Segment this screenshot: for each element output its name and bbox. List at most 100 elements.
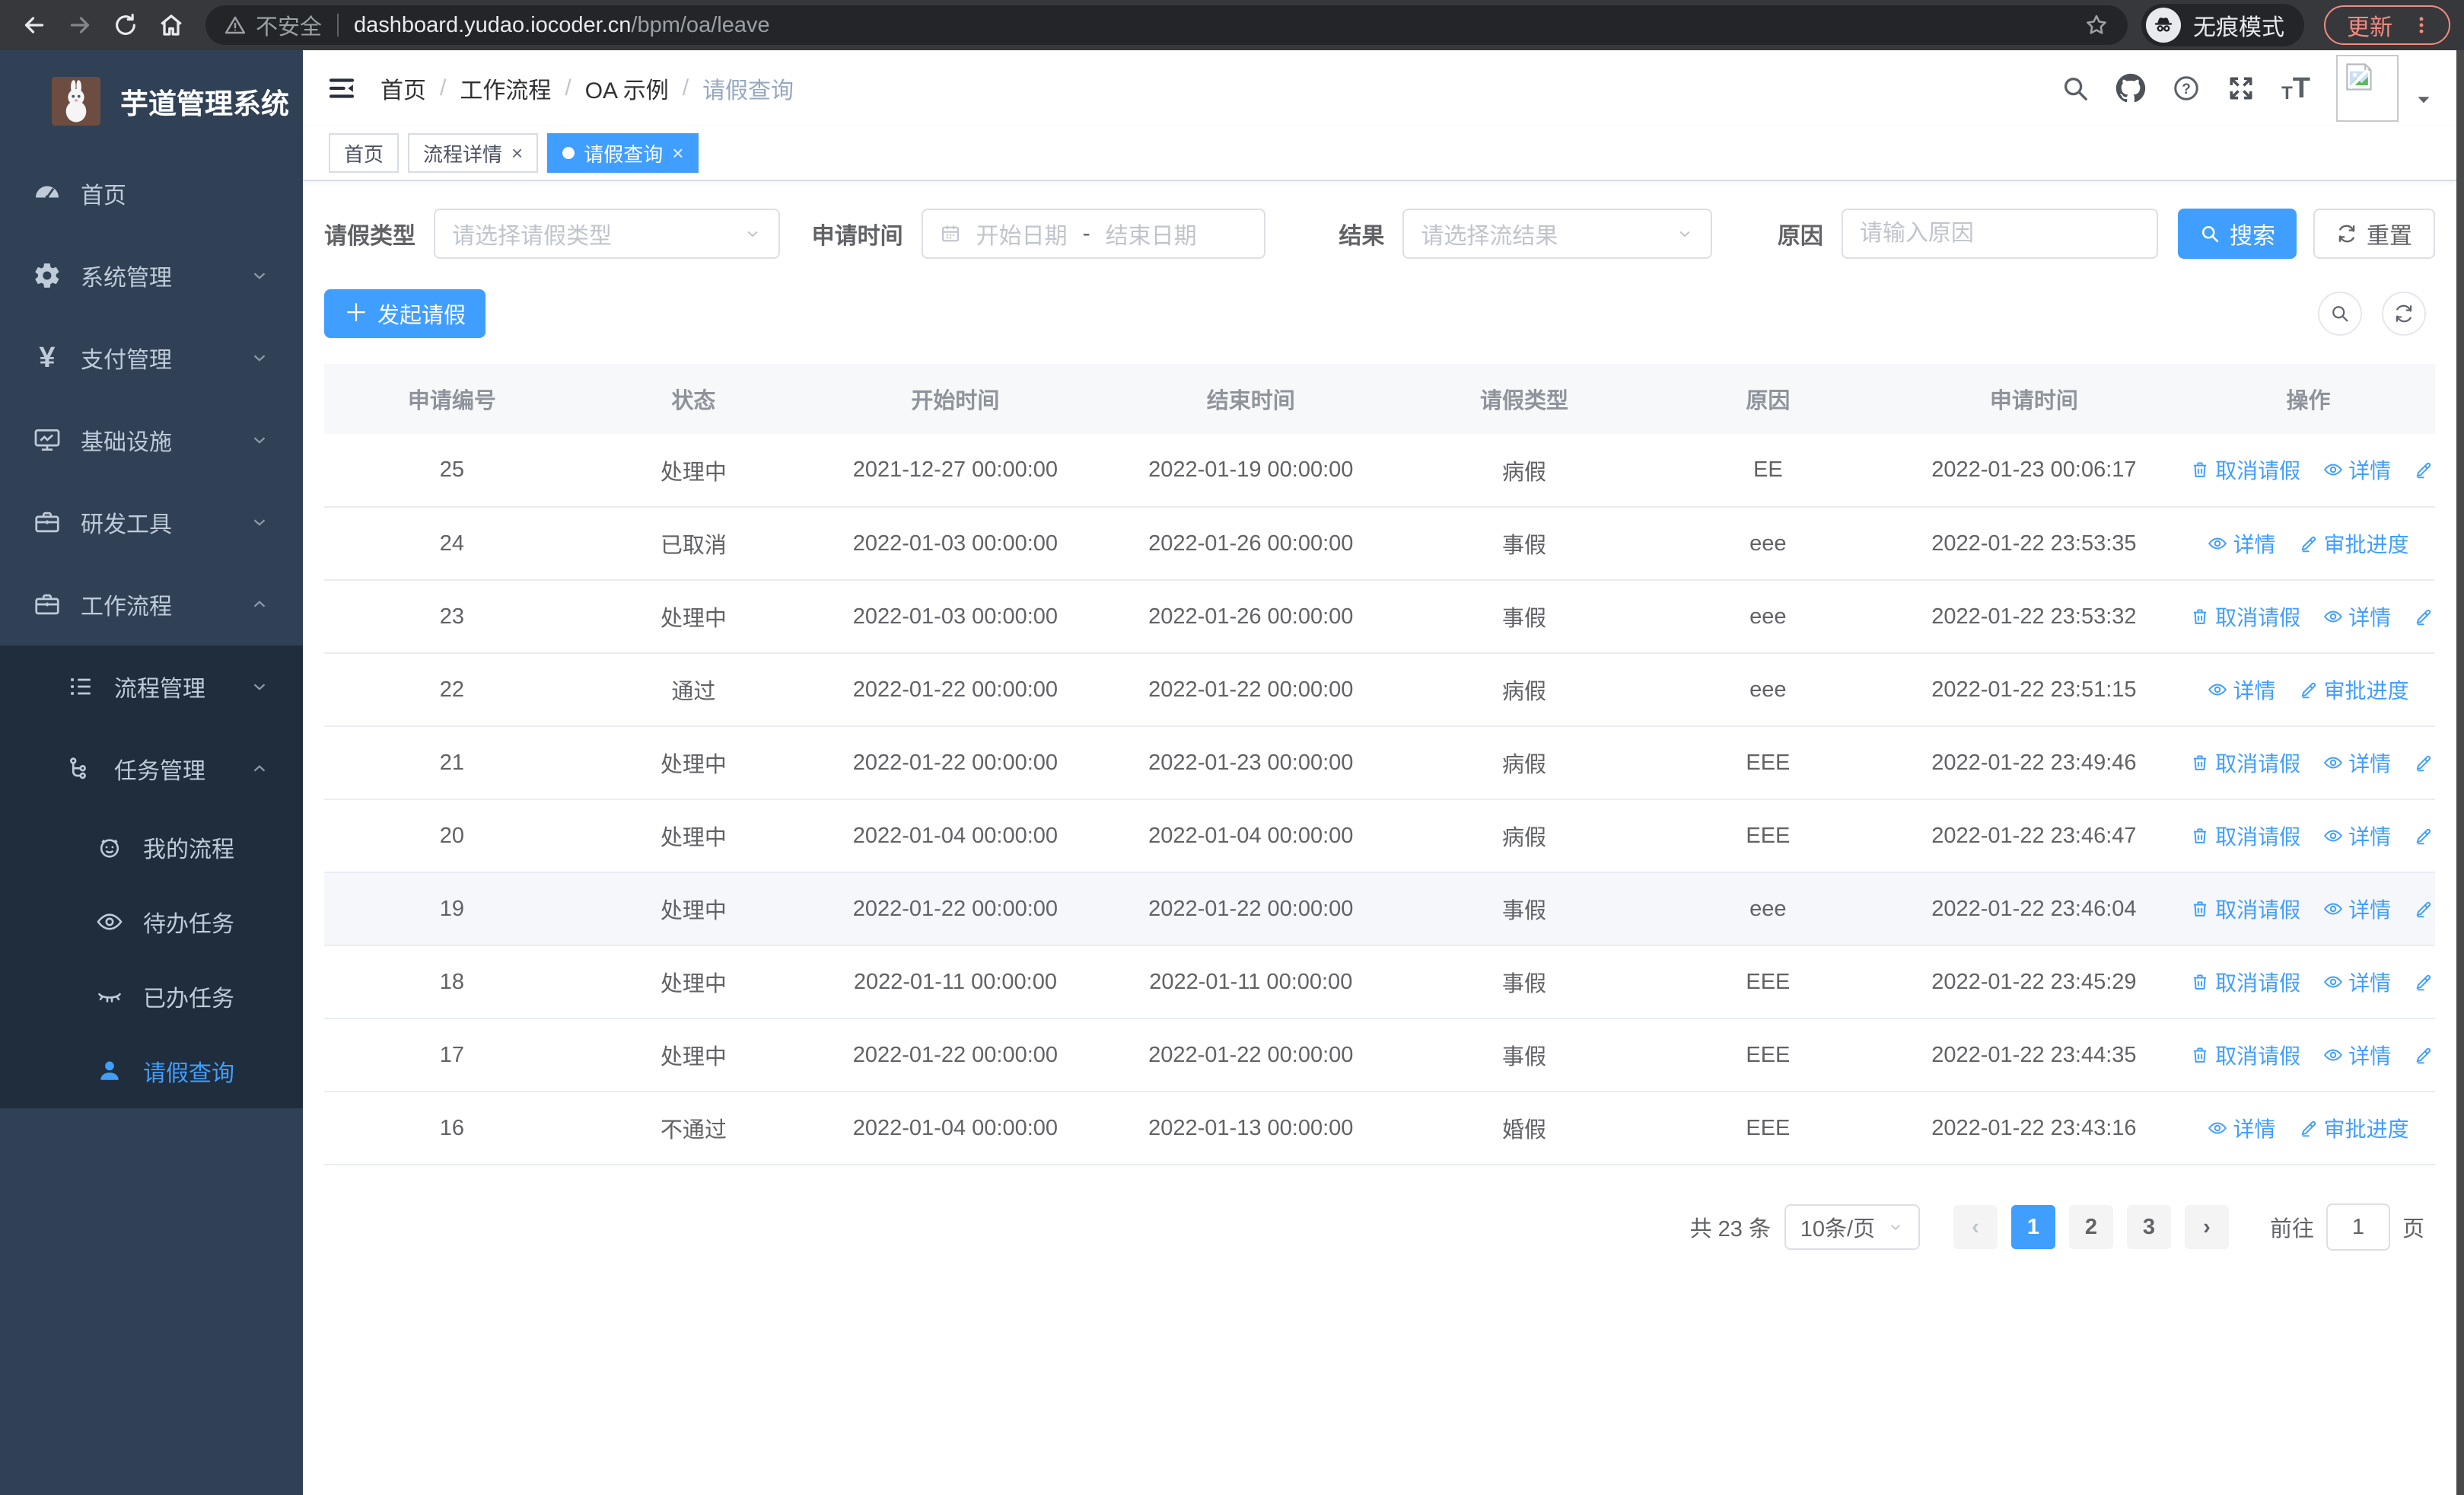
list-icon	[64, 673, 97, 700]
page-size-select[interactable]: 10条/页	[1784, 1204, 1920, 1250]
forward-icon[interactable]	[59, 5, 100, 46]
sidebar-item-system[interactable]: 系统管理	[0, 234, 303, 317]
tab-home[interactable]: 首页	[329, 133, 400, 173]
page-header: 首页 / 工作流程 / OA 示例 / 请假查询 ? T T	[303, 50, 2456, 126]
detail-link[interactable]: 详情	[2208, 528, 2276, 559]
approval-progress-link[interactable]: 审批进度	[2299, 1113, 2409, 1143]
menu-fold-icon[interactable]	[326, 72, 358, 104]
page-button-2[interactable]: 2	[2068, 1205, 2113, 1249]
create-leave-button[interactable]: ＋ 发起请假	[324, 289, 486, 338]
detail-link[interactable]: 详情	[2323, 601, 2391, 632]
breadcrumb-home[interactable]: 首页	[380, 72, 426, 105]
reload-icon[interactable]	[105, 5, 146, 46]
pen-icon	[2416, 609, 2431, 625]
sidebar-item-infrastructure[interactable]: 基础设施	[0, 399, 303, 481]
sidebar-item-dev-tools[interactable]: 研发工具	[0, 481, 303, 563]
gear-icon	[30, 261, 64, 290]
cell-start: 2022-01-11 00:00:00	[853, 969, 1057, 994]
content-area: 请假类型 请选择请假类型 申请时间 开始日期 - 结束日期 结果 请选择流结果	[303, 181, 2456, 1495]
sidebar-item-home[interactable]: 首页	[0, 152, 303, 234]
detail-link[interactable]: 详情	[2323, 748, 2391, 778]
chevron-down-icon	[1676, 225, 1694, 243]
cancel-leave-link[interactable]: 取消请假	[2190, 748, 2300, 778]
cancel-leave-link[interactable]: 取消请假	[2190, 821, 2300, 851]
leave-type-select[interactable]: 请选择请假类型	[434, 209, 780, 259]
cell-reason: EEE	[1746, 750, 1791, 775]
approval-progress-link[interactable]: 审批进度	[2414, 601, 2435, 632]
detail-link[interactable]: 详情	[2323, 454, 2391, 485]
cancel-leave-link[interactable]: 取消请假	[2190, 1040, 2300, 1070]
detail-link[interactable]: 详情	[2208, 674, 2276, 705]
font-size-icon[interactable]: TT	[2281, 74, 2310, 103]
approval-progress-link[interactable]: 审批进度	[2299, 528, 2409, 559]
plus-icon: ＋	[344, 298, 369, 327]
avatar[interactable]	[2336, 55, 2399, 122]
sidebar-item-workflow[interactable]: 工作流程	[0, 563, 303, 645]
cancel-leave-link[interactable]: 取消请假	[2190, 894, 2300, 924]
back-icon[interactable]	[14, 5, 55, 46]
next-page-button[interactable]: ›	[2184, 1205, 2229, 1249]
page-button-1[interactable]: 1	[2010, 1205, 2055, 1249]
detail-link[interactable]: 详情	[2323, 894, 2391, 924]
reason-input[interactable]	[1859, 221, 2141, 247]
detail-link[interactable]: 详情	[2323, 1040, 2391, 1070]
approval-progress-link[interactable]: 审批进度	[2414, 821, 2435, 851]
cell-reason: EE	[1753, 457, 1783, 482]
col-actions: 操作	[2182, 364, 2435, 434]
dropdown-caret-icon[interactable]	[2414, 90, 2434, 110]
reset-button[interactable]: 重置	[2313, 209, 2436, 259]
sidebar-item-my-process[interactable]: 我的流程	[0, 810, 303, 885]
breadcrumb-workflow[interactable]: 工作流程	[460, 72, 551, 105]
reason-label: 原因	[1777, 224, 1823, 249]
cell-end: 2022-01-23 00:00:00	[1148, 750, 1354, 775]
page-button-3[interactable]: 3	[2126, 1205, 2171, 1249]
url-bar[interactable]: 不安全 dashboard.yudao.iocoder.cn/bpm/oa/le…	[205, 5, 2128, 45]
github-icon[interactable]	[2115, 73, 2146, 104]
sidebar-item-task-mgmt[interactable]: 任务管理	[0, 728, 303, 810]
bookmark-star-icon[interactable]	[2084, 12, 2109, 38]
update-button[interactable]: 更新	[2324, 5, 2450, 45]
search-button[interactable]: 搜索	[2178, 209, 2297, 259]
detail-link[interactable]: 详情	[2323, 821, 2391, 851]
approval-progress-link[interactable]: 审批进度	[2414, 967, 2435, 997]
approval-progress-link[interactable]: 审批进度	[2414, 1040, 2435, 1070]
search-icon[interactable]	[2061, 74, 2090, 103]
face-icon	[93, 834, 126, 861]
sidebar-item-leave-query[interactable]: 请假查询	[0, 1034, 303, 1108]
approval-progress-link[interactable]: 审批进度	[2414, 894, 2435, 924]
apply-time-range-picker[interactable]: 开始日期 - 结束日期	[921, 209, 1266, 259]
goto-page-input[interactable]	[2326, 1203, 2390, 1251]
browser-menu-icon[interactable]	[2411, 14, 2432, 36]
sidebar-item-done-tasks[interactable]: 已办任务	[0, 959, 303, 1034]
fullscreen-icon[interactable]	[2227, 74, 2255, 103]
refresh-icon[interactable]	[2382, 292, 2426, 336]
app-logo-row: 芋道管理系统	[0, 50, 303, 152]
divider	[337, 14, 339, 37]
approval-progress-link[interactable]: 审批进度	[2414, 454, 2435, 485]
cancel-leave-link[interactable]: 取消请假	[2190, 601, 2300, 632]
result-select[interactable]: 请选择流结果	[1402, 209, 1712, 259]
cell-start: 2022-01-04 00:00:00	[852, 823, 1059, 848]
monitor-icon	[30, 426, 64, 454]
cancel-leave-link[interactable]: 取消请假	[2190, 967, 2300, 997]
detail-link[interactable]: 详情	[2323, 967, 2391, 997]
sidebar-item-process-mgmt[interactable]: 流程管理	[0, 645, 303, 728]
sidebar-item-todo-tasks[interactable]: 待办任务	[0, 885, 303, 959]
approval-progress-link[interactable]: 审批进度	[2299, 674, 2409, 705]
chevron-down-icon	[1891, 1225, 1901, 1230]
tab-leave-query[interactable]: 请假查询 ×	[547, 133, 699, 173]
close-icon[interactable]: ×	[511, 143, 523, 163]
breadcrumb-oa-example[interactable]: OA 示例	[585, 72, 669, 105]
cell-start: 2022-01-22 00:00:00	[852, 677, 1059, 702]
table-row: 19 处理中 2022-01-22 00:00:00 2022-01-22 00…	[324, 872, 2435, 945]
toggle-search-icon[interactable]	[2318, 292, 2362, 336]
detail-link[interactable]: 详情	[2208, 1113, 2276, 1143]
close-icon[interactable]: ×	[672, 143, 683, 163]
tab-process-detail[interactable]: 流程详情 ×	[408, 133, 539, 173]
prev-page-button[interactable]: ‹	[1953, 1205, 1998, 1249]
help-icon[interactable]: ?	[2172, 74, 2201, 103]
sidebar-item-payment[interactable]: ¥ 支付管理	[0, 317, 303, 399]
cancel-leave-link[interactable]: 取消请假	[2190, 454, 2300, 485]
home-icon[interactable]	[151, 5, 192, 46]
approval-progress-link[interactable]: 审批进度	[2414, 748, 2435, 778]
